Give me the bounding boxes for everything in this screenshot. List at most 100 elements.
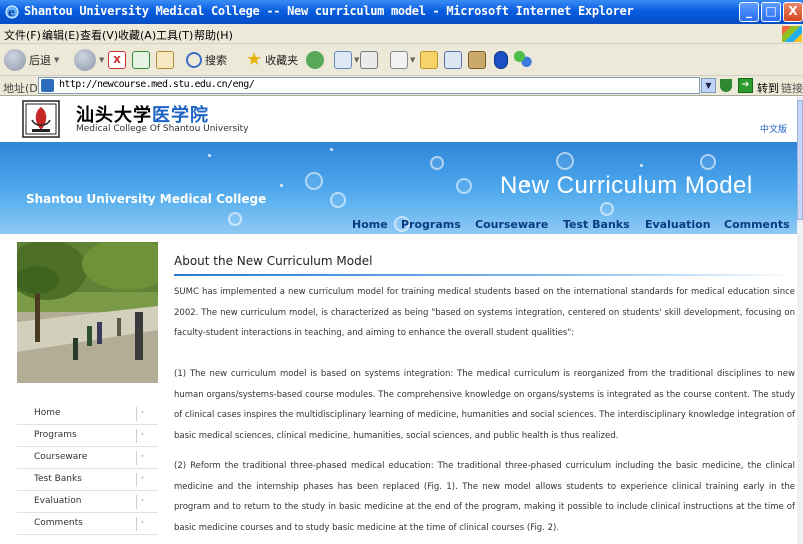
banner-dot [208, 154, 211, 157]
chevron-right-icon: › [141, 452, 144, 460]
article-paragraph: (1) The new curriculum model is based on… [174, 369, 795, 441]
close-button[interactable]: X [783, 2, 803, 22]
menu-favorites[interactable]: 收藏(A) [118, 27, 156, 43]
search-button[interactable]: 搜索 [186, 48, 227, 72]
sidebar: Home › Programs › Courseware › Test Bank… [17, 242, 158, 542]
banner-bubble [330, 192, 346, 208]
banner-dot [640, 164, 643, 167]
banner-bubble [456, 178, 472, 194]
search-icon [186, 52, 202, 68]
chevron-right-icon: › [141, 408, 144, 416]
mail-dropdown-icon: ▼ [354, 56, 360, 64]
print-button[interactable] [360, 48, 378, 72]
folder-icon [420, 51, 438, 69]
windows-logo-icon [782, 26, 802, 42]
back-button[interactable]: 后退 ▼ [4, 48, 59, 72]
scrollbar-thumb[interactable] [797, 100, 803, 220]
menu-file[interactable]: 文件(F) [4, 27, 41, 43]
minimize-button[interactable]: _ [739, 2, 759, 22]
side-menu-item-comments[interactable]: Comments › [17, 513, 158, 535]
menu-edit[interactable]: 编辑(E) [42, 27, 80, 43]
star-icon: ★ [246, 49, 263, 70]
topnav-programs[interactable]: Programs [401, 218, 461, 231]
stop-button[interactable]: x [108, 48, 126, 72]
side-menu-label: Courseware [34, 452, 88, 462]
campus-photo [17, 242, 158, 383]
go-button-label[interactable]: 转到 [757, 80, 779, 96]
edit-button[interactable]: ▼ [390, 48, 415, 72]
messenger-buddy-button[interactable] [514, 48, 532, 72]
topnav-comments[interactable]: Comments [724, 218, 790, 231]
top-navigation: Home Programs Courseware Test Banks Eval… [0, 216, 797, 234]
banner-dot [330, 148, 333, 151]
banner-bubble [430, 156, 444, 170]
side-menu-item-courseware[interactable]: Courseware › [17, 447, 158, 469]
bluetooth-icon [494, 51, 508, 69]
bluetooth-button[interactable] [494, 48, 508, 72]
menu-help[interactable]: 帮助(H) [194, 27, 233, 43]
vertical-scrollbar[interactable] [797, 96, 803, 544]
books-icon [468, 51, 486, 69]
window-titlebar[interactable]: e Shantou University Medical College -- … [0, 0, 803, 24]
side-menu-item-home[interactable]: Home › [17, 403, 158, 425]
messenger-button[interactable] [444, 48, 462, 72]
banner-title: New Curriculum Model [500, 172, 753, 199]
window-title: Shantou University Medical College -- Ne… [24, 4, 634, 18]
menu-view[interactable]: 查看(V) [80, 27, 118, 43]
messenger-icon [514, 51, 532, 69]
maximize-button[interactable]: □ [761, 2, 781, 22]
favorites-button[interactable]: ★ 收藏夹 [246, 48, 298, 72]
side-menu-item-test-banks[interactable]: Test Banks › [17, 469, 158, 491]
history-icon [306, 51, 324, 69]
banner-dot [280, 184, 283, 187]
topnav-test-banks[interactable]: Test Banks [563, 218, 630, 231]
forward-arrow-icon [74, 49, 96, 71]
mail-icon [334, 51, 352, 69]
back-label: 后退 [29, 54, 51, 67]
site-name-chinese-blue: 医学院 [152, 105, 209, 126]
topnav-courseware[interactable]: Courseware [475, 218, 548, 231]
university-seal-logo[interactable] [22, 100, 60, 138]
favorites-label: 收藏夹 [265, 54, 299, 67]
go-arrow-icon[interactable]: ➔ [738, 78, 753, 93]
topnav-evaluation[interactable]: Evaluation [645, 218, 711, 231]
svg-text:e: e [8, 6, 15, 19]
back-arrow-icon [4, 49, 26, 71]
research-button[interactable] [468, 48, 486, 72]
address-bar: 地址(D) http://newcourse.med.stu.edu.cn/en… [0, 76, 803, 96]
forward-dropdown-icon: ▼ [99, 56, 105, 64]
address-url: http://newcourse.med.stu.edu.cn/eng/ [59, 79, 255, 90]
history-button[interactable] [306, 48, 324, 72]
side-menu-item-programs[interactable]: Programs › [17, 425, 158, 447]
banner-college-name: Shantou University Medical College [26, 192, 267, 206]
web-page-viewport: 汕头大学医学院 Medical College Of Shantou Unive… [0, 96, 797, 544]
refresh-icon [132, 51, 150, 69]
topnav-home[interactable]: Home [352, 218, 388, 231]
forward-button[interactable]: ▼ [74, 48, 104, 72]
address-label: 地址(D) [3, 82, 43, 95]
edit-icon [390, 51, 408, 69]
pen-icon [444, 51, 462, 69]
article-title-underline [174, 274, 797, 276]
chevron-right-icon: › [141, 474, 144, 482]
side-menu-divider [136, 517, 137, 531]
links-label[interactable]: 链接 [781, 80, 803, 96]
mail-button[interactable]: ▼ [334, 48, 359, 72]
side-menu-label: Programs [34, 430, 77, 440]
side-menu-divider [136, 407, 137, 421]
side-menu-divider [136, 451, 137, 465]
chinese-version-link[interactable]: 中文版 [760, 122, 787, 135]
edit-dropdown-icon: ▼ [410, 56, 416, 64]
side-menu-divider [136, 495, 137, 509]
folder-button[interactable] [420, 48, 438, 72]
home-button[interactable] [156, 48, 174, 72]
site-name-chinese-black: 汕头大学 [76, 105, 152, 126]
side-menu: Home › Programs › Courseware › Test Bank… [17, 403, 158, 535]
address-dropdown-button[interactable]: ▼ [701, 78, 716, 93]
security-shield-icon[interactable] [720, 79, 732, 92]
address-input[interactable]: http://newcourse.med.stu.edu.cn/eng/ [38, 77, 700, 94]
menu-tools[interactable]: 工具(T) [156, 27, 193, 43]
refresh-button[interactable] [132, 48, 150, 72]
side-menu-item-evaluation[interactable]: Evaluation › [17, 491, 158, 513]
side-menu-label: Evaluation [34, 496, 82, 506]
